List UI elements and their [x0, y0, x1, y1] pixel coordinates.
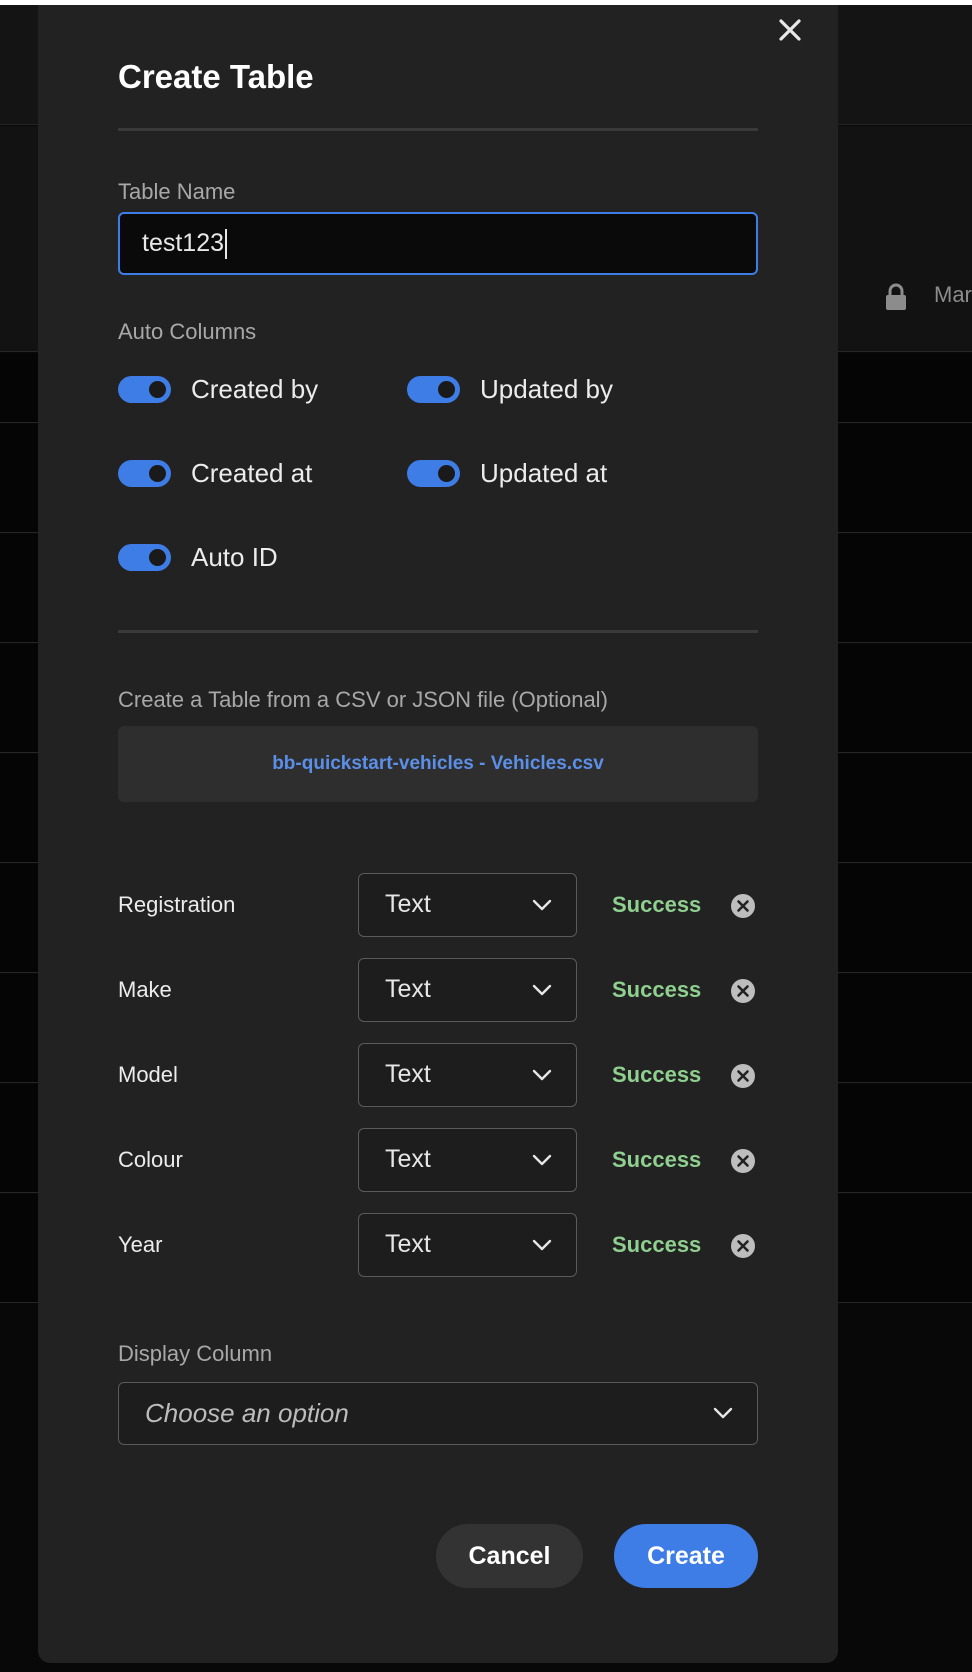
- column-name: Model: [118, 1062, 178, 1087]
- column-type-select[interactable]: Text: [358, 958, 577, 1022]
- file-import-label: Create a Table from a CSV or JSON file (…: [118, 687, 608, 712]
- toggle-created-by[interactable]: Created by: [118, 371, 318, 407]
- column-type-select[interactable]: Text: [358, 1128, 577, 1192]
- table-name-input[interactable]: test123: [118, 212, 758, 275]
- column-name: Year: [118, 1232, 163, 1257]
- remove-column-icon[interactable]: [730, 1233, 756, 1259]
- toggle-updated-at[interactable]: Updated at: [407, 455, 607, 491]
- toggle-label: Auto ID: [191, 541, 278, 572]
- toggle-created-at[interactable]: Created at: [118, 455, 312, 491]
- column-type-value: Text: [385, 1145, 431, 1173]
- column-name: Make: [118, 977, 172, 1002]
- column-row-model: Model Text Success: [118, 1043, 758, 1107]
- table-name-value: test123: [142, 229, 225, 257]
- column-type-value: Text: [385, 975, 431, 1003]
- toggle-switch[interactable]: [407, 375, 460, 403]
- column-type-select[interactable]: Text: [358, 1043, 577, 1107]
- toggle-knob: [149, 464, 166, 482]
- column-type-value: Text: [385, 1230, 431, 1258]
- toggle-switch[interactable]: [118, 375, 171, 403]
- display-column-label: Display Column: [118, 1341, 273, 1366]
- column-name: Colour: [118, 1147, 183, 1172]
- column-type-value: Text: [385, 1060, 431, 1088]
- chevron-down-icon: [532, 1239, 552, 1251]
- chevron-down-icon: [532, 1069, 552, 1081]
- divider: [118, 630, 758, 633]
- status-badge: Success: [612, 892, 702, 917]
- chevron-down-icon: [532, 984, 552, 996]
- toggle-switch[interactable]: [407, 459, 460, 487]
- column-type-select[interactable]: Text: [358, 873, 577, 937]
- close-button[interactable]: [771, 11, 809, 49]
- modal-title: Create Table: [118, 58, 314, 95]
- column-row-registration: Registration Text Success: [118, 873, 758, 937]
- toggle-knob: [149, 548, 166, 566]
- table-name-label: Table Name: [118, 179, 236, 204]
- remove-column-icon[interactable]: [730, 893, 756, 919]
- lock-icon: [886, 283, 906, 310]
- toggle-auto-id[interactable]: Auto ID: [118, 539, 278, 575]
- text-caret: [225, 229, 228, 260]
- auto-columns-label: Auto Columns: [118, 319, 257, 344]
- display-column-placeholder: Choose an option: [145, 1398, 349, 1428]
- toggle-knob: [438, 380, 455, 398]
- toggle-label: Created by: [191, 373, 319, 404]
- status-badge: Success: [612, 1232, 702, 1257]
- chevron-down-icon: [532, 1154, 552, 1166]
- create-table-modal: Create Table Table Name test123 Auto Col…: [38, 5, 838, 1663]
- display-column-select[interactable]: Choose an option: [118, 1382, 758, 1445]
- toggle-updated-by[interactable]: Updated by: [407, 371, 613, 407]
- chevron-down-icon: [532, 899, 552, 911]
- column-row-make: Make Text Success: [118, 958, 758, 1022]
- toggle-switch[interactable]: [118, 459, 171, 487]
- column-header-text: Mar: [934, 282, 972, 307]
- toggle-knob: [149, 380, 166, 398]
- column-name: Registration: [118, 892, 236, 917]
- divider: [118, 128, 758, 131]
- create-button[interactable]: Create: [614, 1524, 758, 1588]
- file-dropzone[interactable]: bb-quickstart-vehicles - Vehicles.csv: [118, 726, 758, 802]
- close-icon: [779, 19, 801, 41]
- toggle-switch[interactable]: [118, 543, 171, 571]
- status-badge: Success: [612, 977, 702, 1002]
- remove-column-icon[interactable]: [730, 978, 756, 1004]
- toggle-label: Updated by: [480, 373, 613, 404]
- status-badge: Success: [612, 1147, 702, 1172]
- chevron-down-icon: [713, 1407, 733, 1419]
- toggle-label: Updated at: [480, 457, 608, 488]
- cancel-button[interactable]: Cancel: [436, 1524, 583, 1588]
- status-badge: Success: [612, 1062, 702, 1087]
- column-type-select[interactable]: Text: [358, 1213, 577, 1277]
- toggle-label: Created at: [191, 457, 313, 488]
- remove-column-icon[interactable]: [730, 1148, 756, 1174]
- toggle-knob: [438, 464, 455, 482]
- remove-column-icon[interactable]: [730, 1063, 756, 1089]
- column-row-year: Year Text Success: [118, 1213, 758, 1277]
- file-name-link[interactable]: bb-quickstart-vehicles - Vehicles.csv: [272, 753, 604, 774]
- column-row-colour: Colour Text Success: [118, 1128, 758, 1192]
- column-type-value: Text: [385, 890, 431, 918]
